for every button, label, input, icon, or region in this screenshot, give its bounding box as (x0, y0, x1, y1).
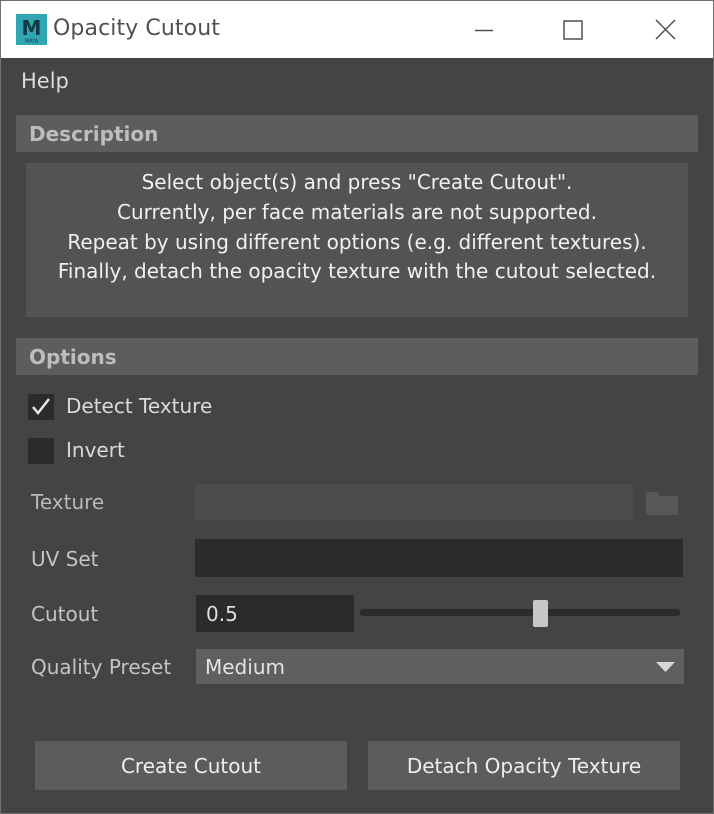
uv-set-field[interactable] (195, 539, 683, 577)
checkmark-icon (32, 398, 50, 415)
cutout-slider-handle[interactable] (533, 600, 548, 627)
quality-preset-label: Quality Preset (31, 655, 172, 679)
close-button[interactable] (619, 1, 711, 58)
maximize-button[interactable] (527, 1, 619, 58)
folder-icon[interactable] (644, 487, 680, 517)
cutout-slider-track[interactable] (360, 609, 680, 616)
window-title: Opacity Cutout (53, 16, 220, 41)
maya-logo-icon: M MAYA (16, 14, 47, 45)
invert-checkbox[interactable] (28, 438, 54, 464)
menu-item-help[interactable]: Help (21, 69, 69, 93)
chevron-down-icon (656, 662, 675, 672)
minimize-button[interactable] (437, 1, 529, 58)
invert-label[interactable]: Invert (66, 438, 125, 462)
quality-preset-dropdown[interactable]: Medium (196, 649, 684, 684)
minimize-icon (475, 29, 493, 32)
title-bar[interactable]: M MAYA Opacity Cutout (1, 1, 713, 58)
close-icon (655, 19, 676, 40)
maximize-icon (563, 20, 583, 40)
texture-field[interactable] (195, 484, 633, 520)
cutout-label: Cutout (31, 602, 99, 626)
description-line: Currently, per face materials are not su… (117, 200, 597, 224)
uv-set-label: UV Set (31, 547, 99, 571)
description-section-header[interactable]: Description (16, 115, 698, 152)
texture-label: Texture (31, 490, 105, 514)
create-cutout-button[interactable]: Create Cutout (35, 741, 347, 790)
detect-texture-checkbox[interactable] (28, 394, 54, 420)
detect-texture-label[interactable]: Detect Texture (66, 394, 212, 418)
cutout-input[interactable]: 0.5 (196, 595, 354, 632)
options-header-label: Options (29, 345, 117, 369)
quality-preset-value: Medium (205, 655, 285, 679)
cutout-value: 0.5 (206, 602, 238, 626)
description-line: Finally, detach the opacity texture with… (57, 259, 657, 283)
detach-opacity-texture-button[interactable]: Detach Opacity Texture (368, 741, 680, 790)
description-line: Select object(s) and press "Create Cutou… (141, 170, 573, 194)
opacity-cutout-window: M MAYA Opacity Cutout Help Description S… (0, 0, 714, 814)
maya-logo-letter: M (22, 16, 42, 40)
description-header-label: Description (29, 122, 159, 146)
menu-bar: Help (1, 58, 713, 104)
maya-logo-text: MAYA (25, 39, 39, 45)
options-section-header[interactable]: Options (16, 338, 698, 375)
description-line: Repeat by using different options (e.g. … (67, 230, 647, 254)
description-box: Select object(s) and press "Create Cutou… (26, 163, 688, 317)
